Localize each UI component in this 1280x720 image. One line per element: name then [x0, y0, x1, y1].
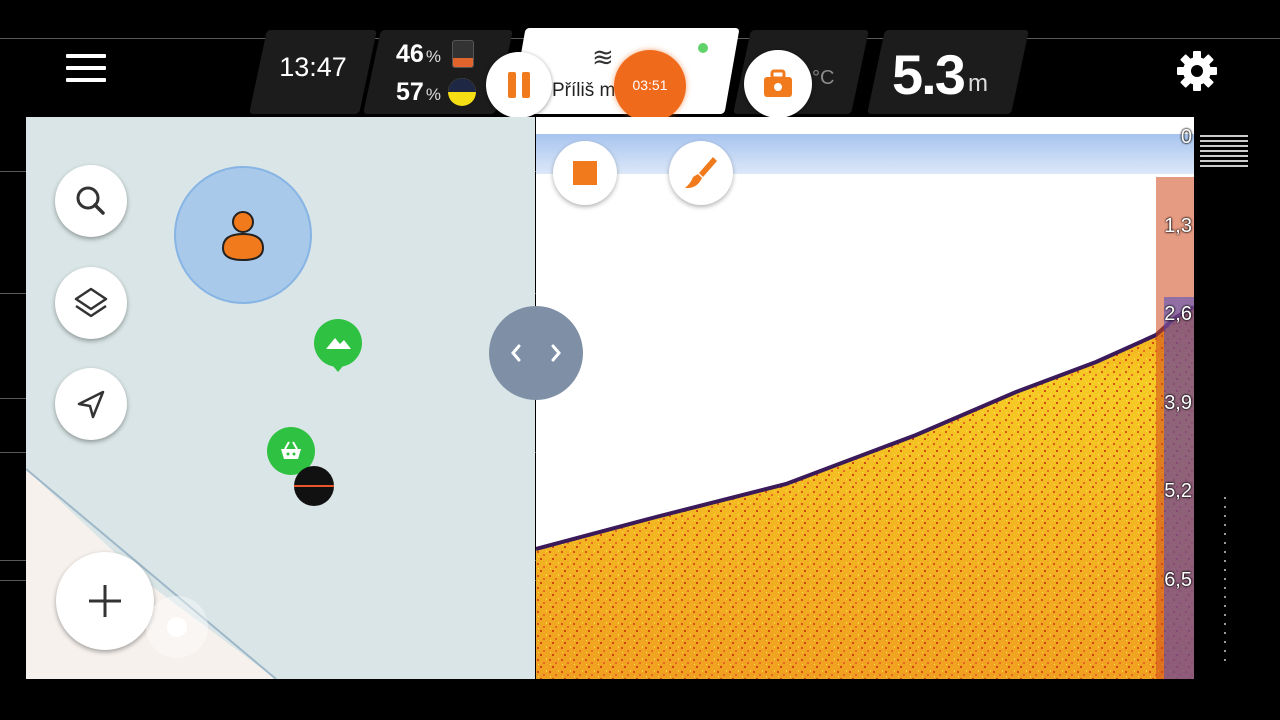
toolkit-button[interactable] — [744, 50, 812, 118]
search-button[interactable] — [55, 165, 127, 237]
depth-scale-label: 2,6 — [1164, 303, 1192, 326]
navigation-icon — [77, 390, 105, 419]
boat-position — [294, 466, 334, 506]
connection-dot — [698, 43, 708, 53]
depth-scale-label: 5,2 — [1164, 480, 1192, 503]
water-wave-icon: ≋ — [592, 42, 614, 72]
gear-icon[interactable] — [1174, 48, 1220, 94]
toolbox-icon — [764, 69, 792, 97]
phone-battery: 46% — [396, 40, 441, 68]
layers-button[interactable] — [55, 267, 127, 339]
stop-button[interactable] — [553, 141, 617, 205]
recording-timer: 03:51 — [632, 77, 668, 93]
user-icon — [221, 211, 265, 262]
depth-value: 5.3 — [892, 43, 966, 106]
layers-icon — [74, 287, 108, 318]
sonar-view — [536, 117, 1194, 679]
plus-icon — [89, 585, 121, 617]
chevron-left-right-icon — [511, 344, 561, 362]
brush-icon — [685, 157, 717, 189]
depth-scale-label: 1,3 — [1164, 214, 1192, 237]
depth-scale-label: 6,5 — [1164, 569, 1192, 591]
sonar-side-strip — [1194, 117, 1280, 679]
depth-scale-label: 3,9 — [1164, 391, 1192, 414]
mountain-pin[interactable] — [314, 319, 362, 372]
status-message: Příliš m — [552, 80, 616, 101]
battery-icon — [452, 40, 474, 68]
add-button[interactable] — [56, 552, 154, 650]
mountain-icon — [326, 338, 351, 372]
navigation-button[interactable] — [55, 368, 127, 440]
sonar-device-icon — [448, 78, 476, 106]
user-location[interactable] — [174, 166, 312, 304]
sonar-battery: 57% — [396, 78, 441, 106]
location-dot[interactable] — [146, 596, 208, 658]
split-view-toggle[interactable] — [489, 306, 583, 400]
stop-icon — [573, 161, 597, 185]
menu-icon[interactable] — [66, 54, 106, 88]
temperature-unit: °C — [812, 67, 835, 89]
clock: 13:47 — [279, 52, 347, 82]
depth-scale-label: 0 — [1180, 126, 1192, 148]
search-icon — [76, 186, 105, 215]
sonar-echogram — [536, 134, 1194, 679]
depth-unit: m — [968, 70, 988, 97]
pause-button[interactable] — [486, 52, 552, 118]
brush-button[interactable] — [669, 141, 733, 205]
